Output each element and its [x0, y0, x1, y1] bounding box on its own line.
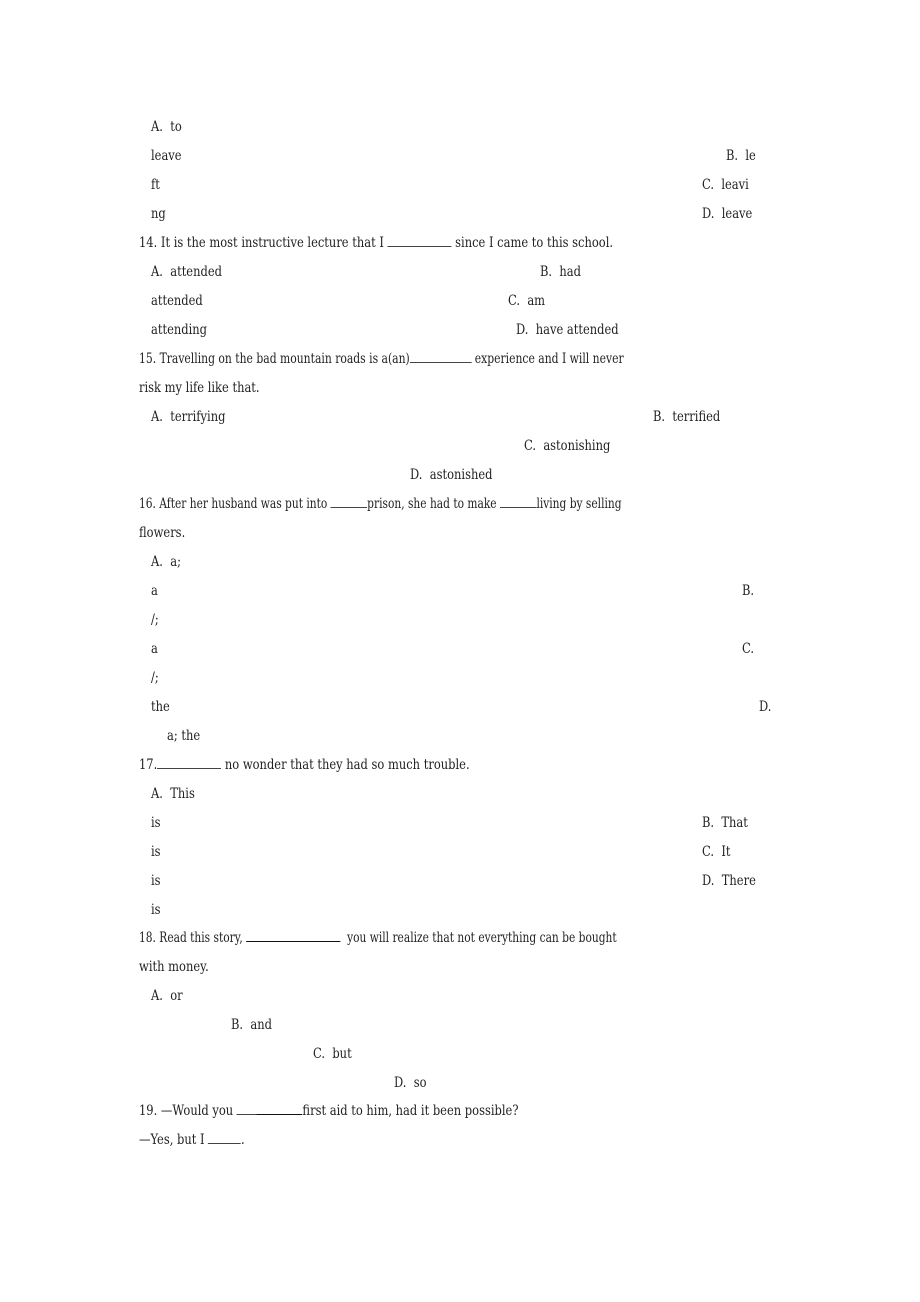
q16-option-c-cont: /;: [151, 670, 159, 686]
q19-response-blank[interactable]: [208, 1131, 242, 1144]
q17-option-a: A. This: [151, 786, 195, 802]
q15-option-c: C. astonishing: [524, 438, 611, 454]
q13-option-d: D. leave: [702, 206, 753, 222]
q15-stem: 15. Travelling on the bad mountain roads…: [139, 350, 624, 368]
q19-response-line: —Yes, but I .: [139, 1131, 245, 1149]
q16-option-d-cont: a; the: [167, 728, 201, 744]
q16-stem-text-mid: prison, she had to make: [367, 496, 500, 512]
q15-stem-text-end: experience and I will never: [471, 351, 624, 367]
q17-option-d-cont: is: [151, 902, 161, 918]
q19-response-period: .: [241, 1132, 245, 1148]
q15-option-a: A. terrifying: [151, 409, 226, 425]
q14-option-d: D. have attended: [516, 322, 619, 338]
q15-stem-text: 15. Travelling on the bad mountain roads…: [139, 351, 410, 367]
q16-stem: 16. After her husband was put into priso…: [139, 495, 622, 513]
q17-stem-number: 17.: [139, 757, 158, 773]
q16-option-c: C.: [742, 641, 755, 657]
q19-response-text: —Yes, but I: [139, 1132, 209, 1148]
q16-stem-text-end: living by selling: [536, 496, 622, 512]
q13-option-b-cont: ft: [151, 177, 160, 193]
q17-option-b: B. That: [702, 815, 748, 831]
q14-stem-text: 14. It is the most instructive lecture t…: [139, 235, 388, 251]
document-page: A. to leave B. le ft C. leavi ng D. leav…: [0, 0, 920, 1302]
q14-stem: 14. It is the most instructive lecture t…: [139, 234, 613, 252]
q19-stem: 19. —Would you first aid to him, had it …: [139, 1102, 518, 1120]
q18-stem-line2: with money.: [139, 959, 209, 975]
q17-option-b-cont: is: [151, 844, 161, 860]
q14-option-c-cont: attending: [151, 322, 208, 338]
q18-option-b: B. and: [231, 1017, 272, 1033]
q17-stem-text: no wonder that they had so much trouble.: [221, 757, 470, 773]
q18-option-a: A. or: [151, 988, 183, 1004]
q16-answer-blank-2[interactable]: [499, 495, 537, 508]
q16-option-c-cont2: the: [151, 699, 170, 715]
q15-option-d: D. astonished: [410, 467, 493, 483]
q13-option-c-cont: ng: [151, 206, 166, 222]
q17-stem: 17. no wonder that they had so much trou…: [139, 756, 470, 774]
q14-stem-text-end: since I came to this school.: [451, 235, 614, 251]
q16-option-b-cont: /;: [151, 612, 159, 628]
q15-answer-blank[interactable]: [409, 350, 472, 363]
q16-answer-blank-1[interactable]: [330, 495, 368, 508]
q14-option-a: A. attended: [151, 264, 222, 280]
q17-answer-blank[interactable]: [157, 756, 222, 769]
q14-option-b: B. had: [540, 264, 581, 280]
q14-answer-blank[interactable]: [387, 234, 452, 247]
q18-stem-text-end: you will realize that not everything can…: [340, 930, 617, 946]
q14-option-b-cont: attended: [151, 293, 203, 309]
q18-stem-text: 18. Read this story,: [139, 930, 247, 946]
q18-stem: 18. Read this story, you will realize th…: [139, 929, 617, 947]
q16-option-b: B.: [742, 583, 755, 599]
q17-option-c-cont: is: [151, 873, 161, 889]
q13-option-c: C. leavi: [702, 177, 749, 193]
q19-answer-blank-thin: [236, 1102, 257, 1115]
q15-stem-line2: risk my life like that.: [139, 380, 260, 396]
q14-option-c: C. am: [508, 293, 546, 309]
q17-option-c: C. It: [702, 844, 731, 860]
q16-option-a-cont: a: [151, 583, 158, 599]
q16-stem-text: 16. After her husband was put into: [139, 496, 331, 512]
q13-option-a-cont: leave: [151, 148, 182, 164]
q18-option-d: D. so: [394, 1075, 427, 1091]
q18-option-c: C. but: [313, 1046, 352, 1062]
q16-stem-line2: flowers.: [139, 525, 186, 541]
q16-option-a: A. a;: [151, 554, 181, 570]
q16-option-d: D.: [759, 699, 772, 715]
q17-option-d: D. There: [702, 873, 756, 889]
q16-option-b-cont2: a: [151, 641, 158, 657]
q15-option-b: B. terrified: [653, 409, 721, 425]
q18-answer-blank[interactable]: [246, 929, 341, 942]
q13-option-b: B. le: [726, 148, 756, 164]
q19-stem-text-end: first aid to him, had it been possible?: [302, 1103, 519, 1119]
q13-option-a: A. to: [151, 119, 182, 135]
q19-stem-text: 19. —Would you: [139, 1103, 237, 1119]
q17-option-a-cont: is: [151, 815, 161, 831]
q19-answer-blank[interactable]: [256, 1102, 303, 1115]
